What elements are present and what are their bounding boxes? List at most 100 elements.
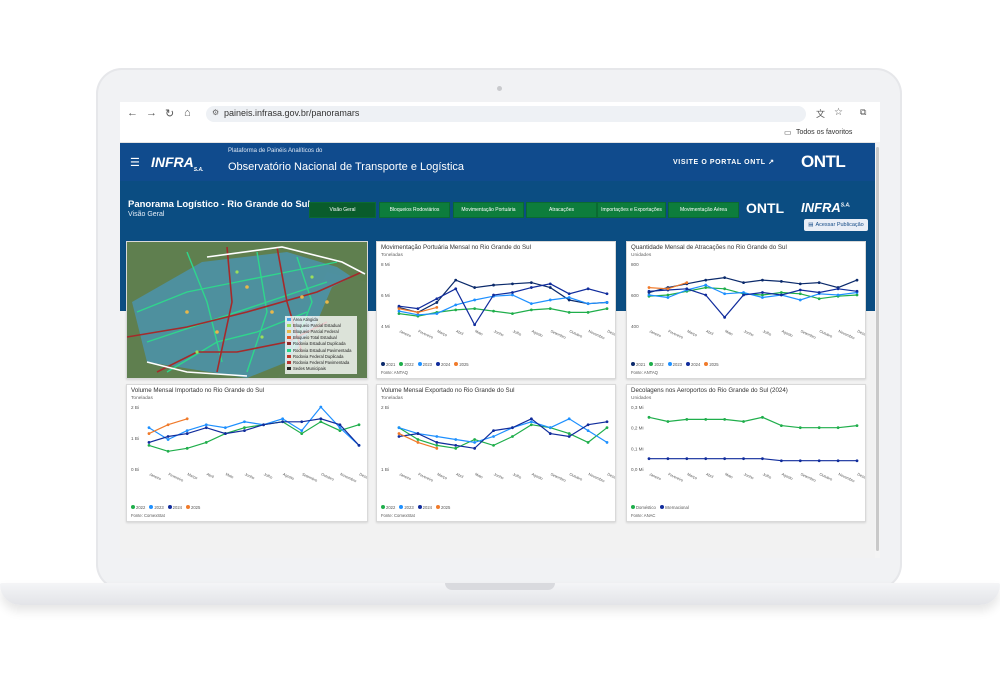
data-point — [397, 312, 401, 315]
site-info-icon[interactable]: ⚙ — [212, 108, 219, 117]
data-point — [685, 457, 689, 461]
y-tick-label: 600 — [631, 293, 639, 298]
chart-legend: Doméstico Internacional — [631, 505, 689, 510]
legend-item[interactable]: Internacional — [659, 505, 689, 510]
x-tick-label: Setembro — [301, 472, 318, 483]
tab-bloqueios-rodoviarios[interactable]: Bloqueios Rodoviários — [379, 202, 450, 218]
legend-item[interactable]: 2023 — [399, 505, 414, 510]
y-tick-label: 2 Bi — [131, 405, 139, 410]
tab-visao-geral[interactable]: Visão Geral — [309, 202, 376, 218]
data-point — [204, 423, 208, 427]
data-point — [798, 298, 802, 302]
legend-dot — [659, 505, 664, 509]
panel-importado[interactable]: Volume Mensal Importado no Rio Grande do… — [126, 384, 368, 522]
url-text: paineis.infrasa.gov.br/panoramars — [224, 108, 360, 118]
legend-item[interactable]: 2024 — [417, 505, 432, 510]
legend-label: 2024 — [422, 505, 432, 510]
legend-item[interactable]: 2021 — [631, 362, 645, 367]
legend-item[interactable]: Doméstico — [631, 505, 656, 510]
x-tick-label: Agosto — [781, 472, 793, 481]
x-tick-label: Outubro — [819, 472, 833, 481]
x-tick-label: Junho — [493, 472, 504, 480]
y-tick-label: 1 Bi — [381, 467, 389, 472]
legend-label: 2022 — [386, 505, 396, 510]
data-point — [836, 426, 840, 430]
data-point — [605, 426, 609, 430]
data-point — [704, 457, 708, 461]
scrollbar-thumb[interactable] — [876, 147, 879, 551]
data-point — [855, 424, 859, 427]
data-point — [492, 293, 495, 297]
translate-icon[interactable]: 文 — [816, 107, 825, 120]
data-point — [685, 281, 689, 284]
data-point — [147, 441, 151, 444]
legend-item[interactable]: 2021 — [381, 362, 395, 367]
data-point — [397, 307, 401, 311]
reload-icon[interactable]: ↻ — [165, 107, 174, 120]
back-icon[interactable]: ← — [127, 107, 138, 119]
forward-icon[interactable]: → — [146, 107, 157, 119]
map-legend-swatch — [287, 342, 291, 346]
panel-atracacoes[interactable]: Quantidade Mensal de Atracações no Rio G… — [626, 241, 866, 379]
bookmarks-all[interactable]: Todos os favoritos — [796, 129, 852, 136]
legend-item[interactable]: 2024 — [435, 362, 451, 367]
tab-movimentacao-portuaria[interactable]: Movimentação Portuária — [453, 202, 524, 218]
x-tick-label: Março — [686, 472, 697, 480]
map-panel[interactable]: Área Atingida Bloqueio Parcial Estadual Bl… — [126, 241, 368, 379]
menu-icon[interactable]: ☰ — [130, 156, 140, 169]
map-legend-swatch — [287, 354, 291, 358]
extensions-icon[interactable]: ⧉ — [860, 107, 866, 118]
chart-atracacoes-svg[interactable]: 800 600 400 Janeiro Fevereiro Março Abril Maio J… — [627, 256, 865, 366]
legend-item[interactable]: 2023 — [667, 362, 682, 367]
ontl-logo[interactable]: ONTL — [801, 152, 846, 172]
legend-item[interactable]: 2024 — [167, 505, 182, 510]
series-line-2021 — [398, 279, 608, 314]
map-legend-label: Rodovia Federal Duplicada — [293, 353, 344, 359]
data-point — [319, 405, 323, 409]
infra-logo[interactable]: INFRAS.A. — [151, 154, 204, 173]
panel-decolagens[interactable]: Decolagens nos Aeroportos do Rio Grande … — [626, 384, 866, 522]
legend-item[interactable]: 2024 — [685, 362, 700, 367]
legend-item[interactable]: 2023 — [417, 362, 432, 367]
tab-movimentacao-aerea[interactable]: Movimentação Aérea — [668, 202, 739, 218]
legend-item[interactable]: 2025 — [185, 505, 200, 510]
data-point — [567, 432, 571, 435]
tab-atracacoes[interactable]: Atracações — [526, 202, 597, 218]
data-point — [185, 429, 189, 433]
home-icon[interactable]: ⌂ — [184, 107, 191, 119]
legend-item[interactable]: 2022 — [381, 505, 395, 510]
chart-portuaria-svg[interactable]: 8 Mi 6 Mi 4 Mi Janeiro Fevereiro Março Abril Ma… — [377, 256, 615, 366]
data-point — [300, 432, 304, 435]
legend-label: Internacional — [664, 505, 689, 510]
legend-item[interactable]: 2022 — [649, 362, 664, 367]
map-legend-label: Rodovia Estadual Duplicada — [293, 341, 346, 347]
publication-button[interactable]: ▤ Acessar Publicação — [804, 219, 868, 231]
data-point — [817, 281, 821, 284]
data-point — [685, 418, 689, 421]
y-tick-label: 4 Mi — [381, 324, 390, 329]
visit-portal-link[interactable]: VISITE O PORTAL ONTL ↗ — [673, 158, 775, 166]
x-tick-label: Maio — [724, 472, 733, 479]
chart-exportado-svg[interactable]: 2 Bi 1 Bi Janeiro Fevereiro Março Abril Maio Ju… — [377, 399, 615, 509]
data-point — [666, 420, 670, 423]
data-point — [647, 293, 651, 297]
legend-label: 2022 — [404, 362, 414, 367]
data-point — [281, 417, 285, 421]
chart-decolagens-svg[interactable]: 0,3 Mi 0,2 Mi 0,1 Mi 0,0 Mi Janeiro Fevereiro… — [627, 399, 865, 509]
legend-label: 2024 — [440, 362, 451, 367]
legend-item[interactable]: 2025 — [704, 362, 719, 367]
legend-item[interactable]: 2025 — [435, 505, 450, 510]
panel-exportado[interactable]: Volume Mensal Exportado no Rio Grande do… — [376, 384, 616, 522]
legend-item[interactable]: 2025 — [454, 362, 469, 367]
panel-movimentacao-portuaria[interactable]: Movimentação Portuária Mensal no Rio Gra… — [376, 241, 616, 379]
legend-item[interactable]: 2022 — [399, 362, 414, 367]
x-tick-label: Dezembro — [607, 329, 615, 340]
chart-importado-svg[interactable]: 2 Bi 1 Bi 0 Bi Janeiro Fevereiro Março Abril Ma… — [127, 399, 367, 509]
star-icon[interactable]: ☆ — [834, 107, 843, 118]
x-tick-label: Fevereiro — [417, 329, 433, 339]
data-point — [704, 293, 708, 297]
tab-importacoes-exportacoes[interactable]: Importações e Exportações — [597, 202, 666, 218]
data-point — [548, 282, 552, 286]
legend-item[interactable]: 2023 — [149, 505, 164, 510]
legend-item[interactable]: 2022 — [131, 505, 145, 510]
